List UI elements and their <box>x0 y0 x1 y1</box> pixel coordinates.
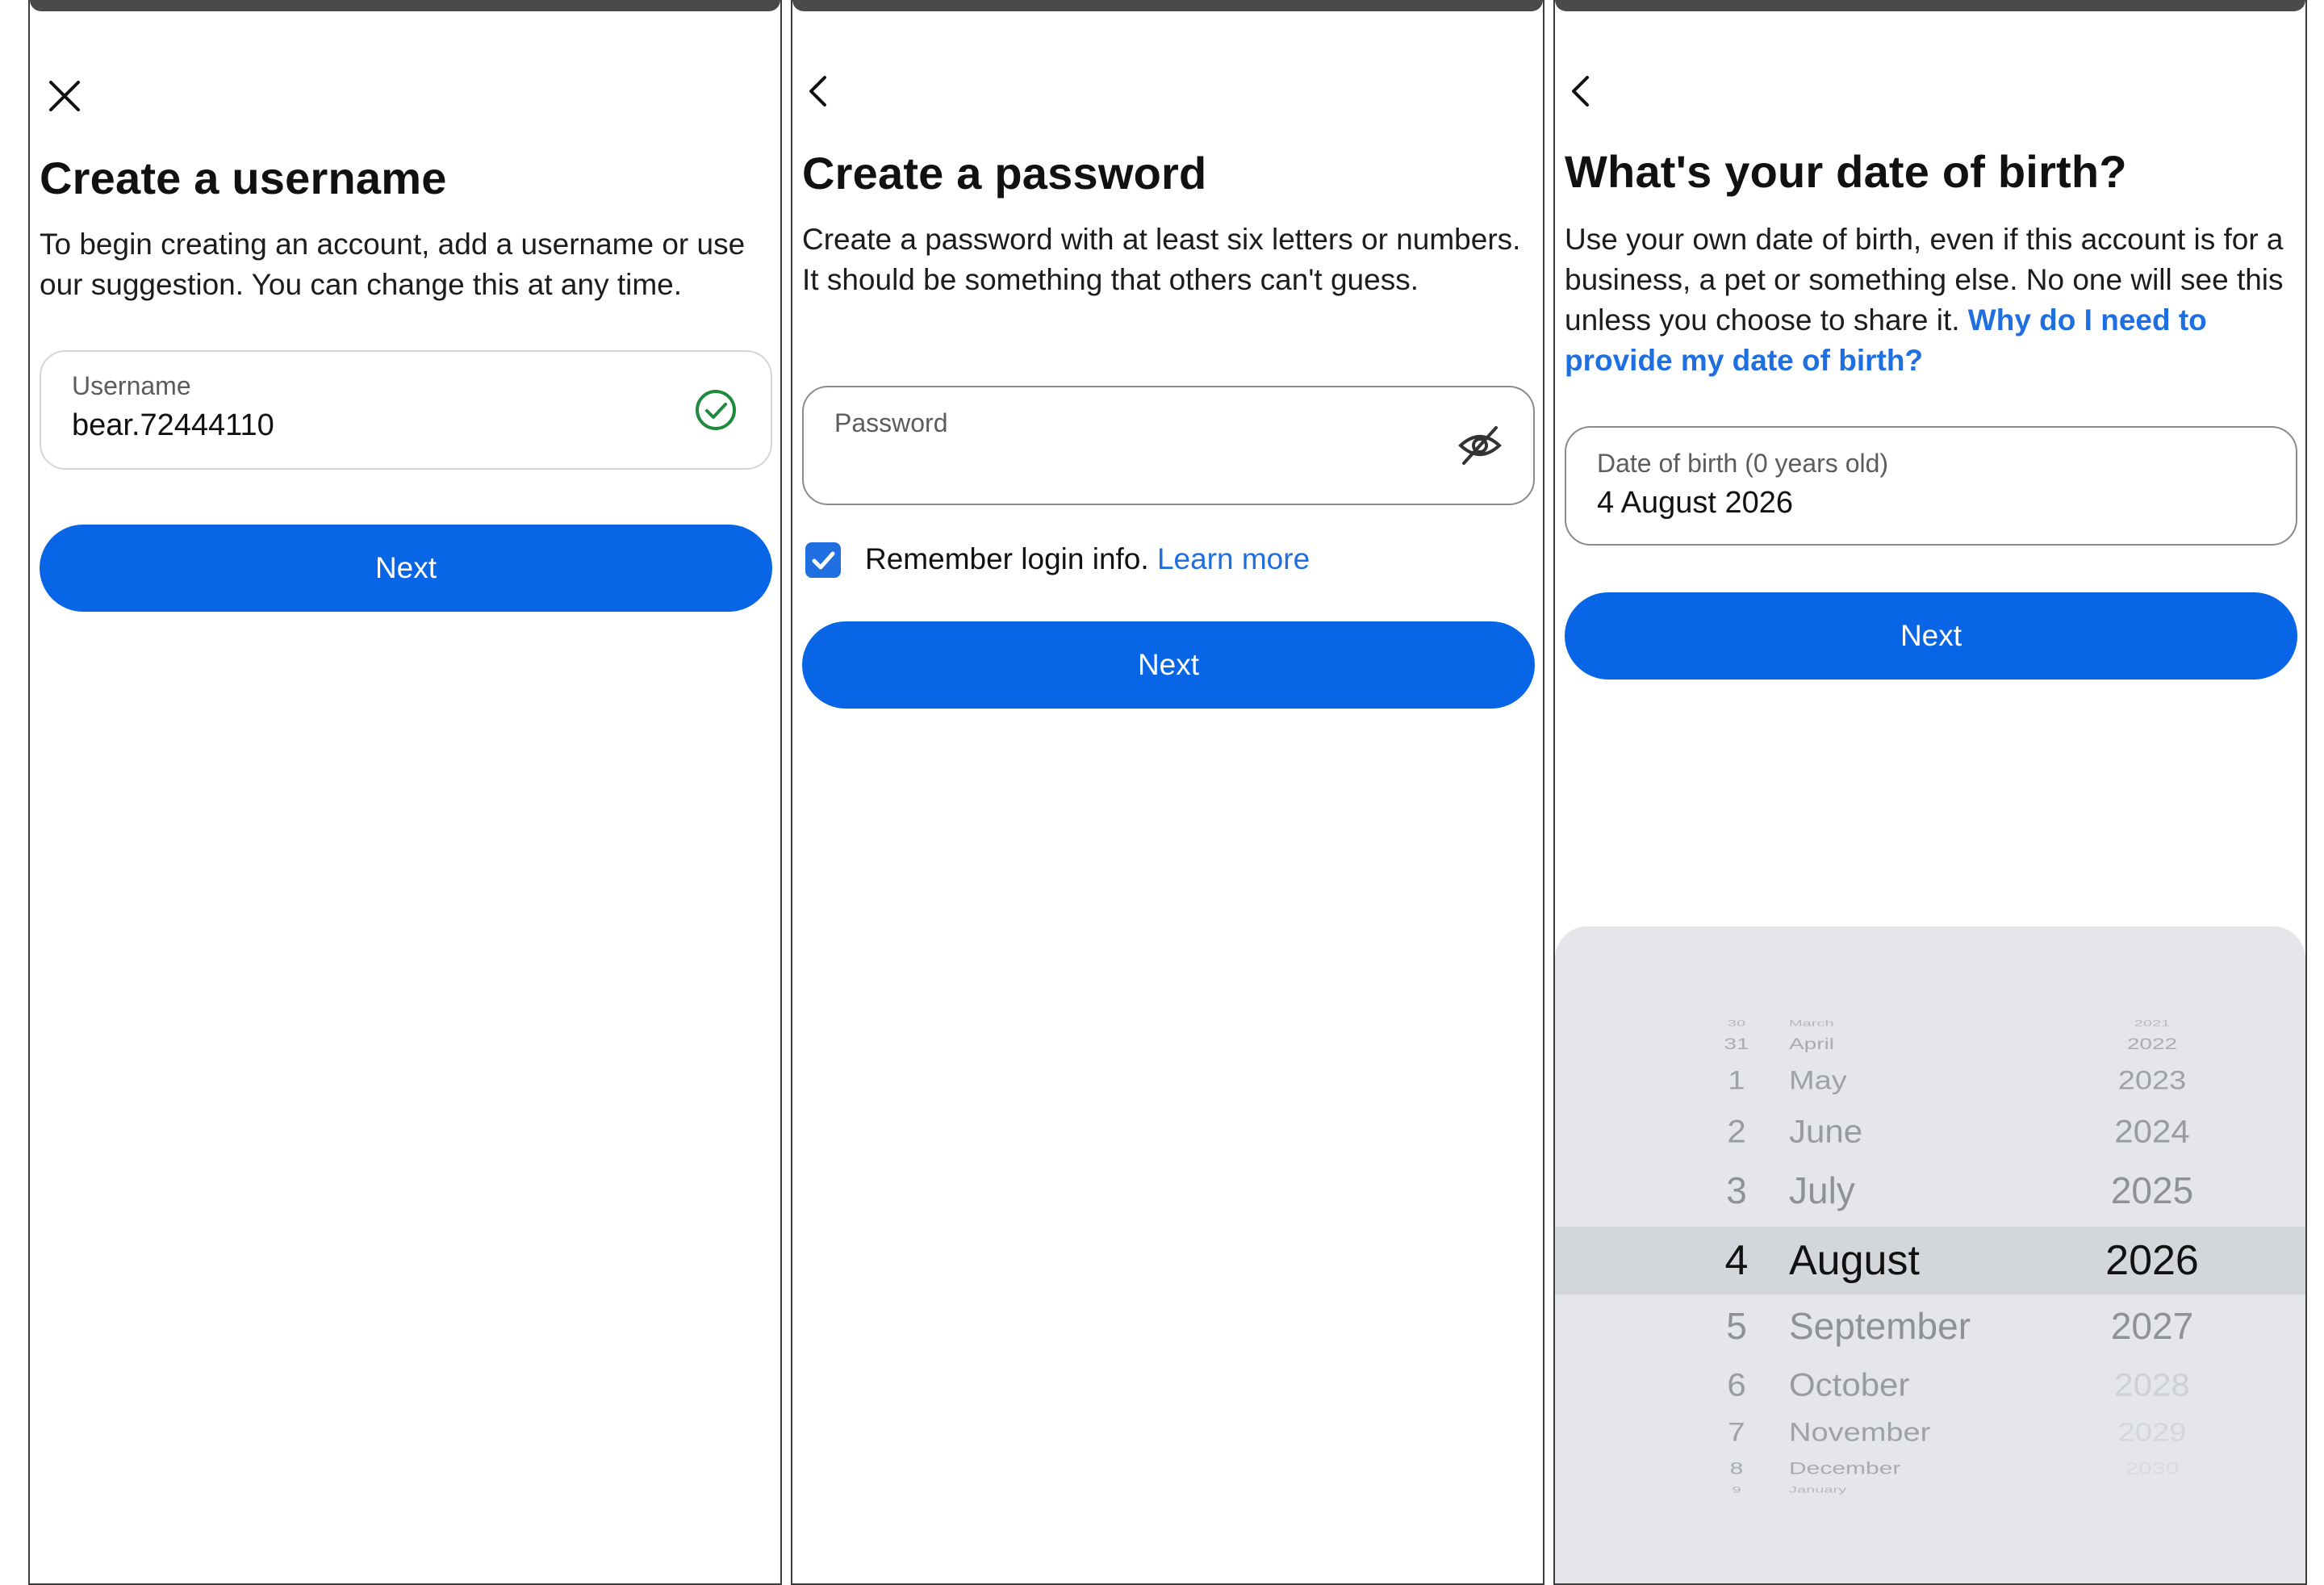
picker-day-option[interactable]: 2 <box>1708 1112 1765 1151</box>
screen-create-username: Create a username To begin creating an a… <box>28 0 782 1585</box>
learn-more-link[interactable]: Learn more <box>1157 542 1310 575</box>
picker-year-option[interactable]: 2021 <box>2079 1018 2225 1028</box>
picker-year-option[interactable]: 2028 <box>2079 1365 2225 1404</box>
page-title: Create a password <box>802 148 1207 199</box>
dob-field[interactable]: Date of birth (0 years old) 4 August 202… <box>1565 426 2297 546</box>
eye-off-icon[interactable] <box>1456 423 1504 468</box>
close-icon[interactable] <box>44 76 85 116</box>
remember-login-checkbox[interactable] <box>805 542 841 578</box>
screen-date-of-birth: What's your date of birth? Use your own … <box>1553 0 2307 1585</box>
picker-day-option[interactable]: 7 <box>1708 1418 1765 1449</box>
picker-year-option[interactable]: 2029 <box>2079 1418 2225 1449</box>
page-title: What's your date of birth? <box>1565 146 2127 197</box>
picker-year-option[interactable]: 2025 <box>2079 1169 2225 1213</box>
next-button[interactable]: Next <box>802 621 1535 709</box>
page-title: Create a username <box>40 153 447 203</box>
check-circle-icon <box>693 387 738 433</box>
picker-day-option[interactable]: 6 <box>1708 1365 1765 1404</box>
picker-month-option[interactable]: January <box>1789 1484 2047 1495</box>
picker-day-option[interactable]: 30 <box>1708 1018 1765 1028</box>
page-description: To begin creating an account, add a user… <box>40 228 746 301</box>
date-picker-wheel[interactable]: 30 31 1 2 3 4 5 6 7 8 9 March April May June July August… <box>1555 926 2305 1583</box>
picker-year-option[interactable]: 2030 <box>2079 1458 2225 1478</box>
picker-month-option[interactable]: April <box>1789 1035 2047 1054</box>
remember-login-label: Remember login info. <box>865 542 1149 575</box>
screen-create-password: Create a password Create a password with… <box>791 0 1544 1585</box>
status-bar-edge <box>792 0 1543 11</box>
picker-month-option[interactable]: June <box>1789 1112 2047 1151</box>
dob-value: 4 August 2026 <box>1597 486 1793 520</box>
picker-day-option[interactable]: 9 <box>1708 1484 1765 1495</box>
picker-year-selected[interactable]: 2026 <box>2079 1236 2225 1286</box>
picker-month-option[interactable]: October <box>1789 1365 2047 1404</box>
status-bar-edge <box>1555 0 2305 11</box>
picker-year-option[interactable]: 2023 <box>2079 1066 2225 1098</box>
picker-month-option[interactable]: September <box>1789 1304 2047 1349</box>
chevron-left-icon[interactable] <box>799 71 839 111</box>
picker-month-option[interactable]: December <box>1789 1458 2047 1478</box>
next-button[interactable]: Next <box>40 525 772 612</box>
remember-login-text: Remember login info. Learn more <box>865 542 1310 576</box>
picker-month-option[interactable]: November <box>1789 1418 2047 1449</box>
dob-label: Date of birth (0 years old) <box>1597 449 1889 478</box>
chevron-left-icon[interactable] <box>1561 71 1602 111</box>
username-field[interactable]: Username bear.72444110 <box>40 350 772 470</box>
picker-day-option[interactable]: 5 <box>1708 1304 1765 1349</box>
picker-month-option[interactable]: May <box>1789 1066 2047 1098</box>
picker-month-option[interactable]: July <box>1789 1169 2047 1213</box>
picker-month-option[interactable]: March <box>1789 1018 2047 1028</box>
status-bar-edge <box>30 0 780 11</box>
picker-month-selected[interactable]: August <box>1789 1236 2047 1286</box>
page-description: Create a password with at least six lett… <box>802 223 1521 296</box>
picker-year-option[interactable]: 2022 <box>2079 1035 2225 1054</box>
picker-day-selected[interactable]: 4 <box>1708 1236 1765 1286</box>
picker-year-option[interactable]: 2027 <box>2079 1304 2225 1349</box>
picker-day-option[interactable]: 8 <box>1708 1458 1765 1478</box>
picker-day-option[interactable]: 3 <box>1708 1169 1765 1213</box>
password-field[interactable]: Password <box>802 386 1535 505</box>
picker-day-option[interactable]: 31 <box>1708 1035 1765 1054</box>
picker-day-option[interactable]: 1 <box>1708 1066 1765 1098</box>
next-button[interactable]: Next <box>1565 592 2297 680</box>
password-placeholder: Password <box>834 408 948 437</box>
picker-year-option[interactable]: 2024 <box>2079 1112 2225 1151</box>
username-label: Username <box>72 371 191 400</box>
username-value: bear.72444110 <box>72 408 274 442</box>
page-description: Use your own date of birth, even if this… <box>1565 220 2291 381</box>
